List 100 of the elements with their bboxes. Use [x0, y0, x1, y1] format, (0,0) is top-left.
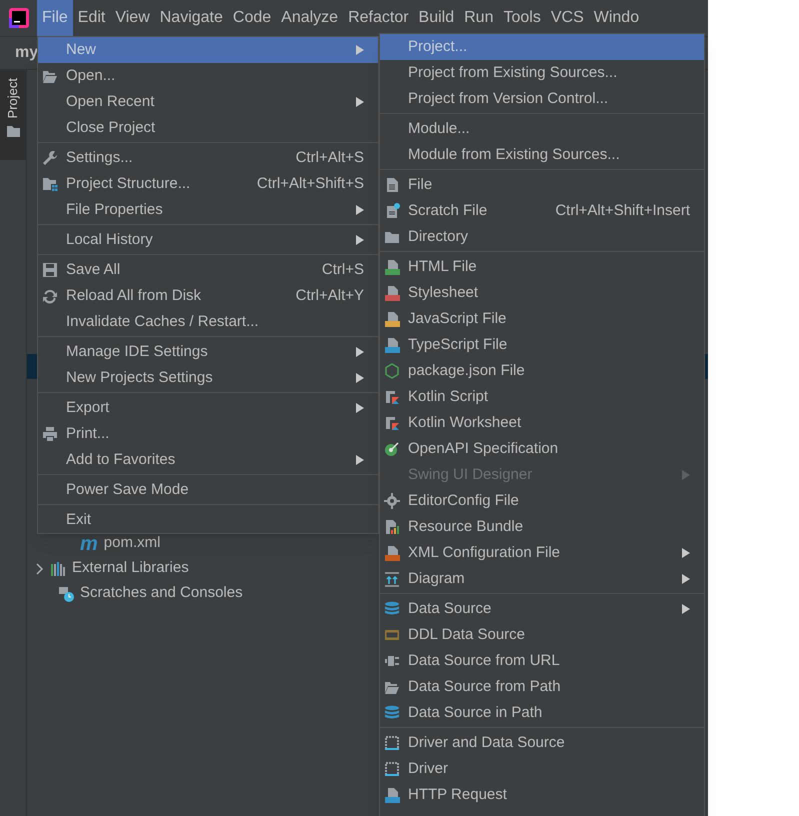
- menu-item[interactable]: Data Source: [380, 596, 704, 622]
- menu-item[interactable]: Directory: [380, 224, 704, 250]
- menu-item[interactable]: Driver: [380, 756, 704, 782]
- menu-bar-item[interactable]: View: [110, 0, 155, 36]
- menu-item[interactable]: Data Source from URL: [380, 648, 704, 674]
- menu-bar-item[interactable]: Windo: [588, 0, 644, 36]
- menu-item[interactable]: Diagram: [380, 566, 704, 592]
- plug-icon: [384, 653, 400, 669]
- submenu-arrow-icon: [356, 45, 364, 55]
- menu-item[interactable]: Data Source from Path: [380, 674, 704, 700]
- menu-item[interactable]: New Projects Settings: [38, 365, 378, 391]
- gear-icon: [384, 493, 400, 509]
- menu-item[interactable]: DDL Data Source: [380, 622, 704, 648]
- shortcut-text: Ctrl+Alt+S: [296, 148, 364, 168]
- submenu-arrow-icon: [356, 373, 364, 383]
- tree-item[interactable]: External Libraries: [27, 556, 189, 581]
- menu-item[interactable]: Project from Version Control...: [380, 86, 704, 112]
- menu-item[interactable]: Open...: [38, 63, 378, 89]
- menu-item[interactable]: XML Configuration File: [380, 540, 704, 566]
- menu-item[interactable]: Settings... Ctrl+Alt+S: [38, 145, 378, 171]
- menu-bar-item[interactable]: Code: [228, 0, 276, 36]
- menu-item[interactable]: Module...: [380, 116, 704, 142]
- menu-item[interactable]: TypeScript File: [380, 332, 704, 358]
- menu-item[interactable]: HTML File: [380, 254, 704, 280]
- submenu-arrow-icon: [682, 548, 690, 558]
- menu-item[interactable]: Reload All from Disk Ctrl+Alt+Y: [38, 283, 378, 309]
- kotlin-file-icon: [384, 415, 400, 431]
- ddl-icon: [384, 627, 400, 643]
- reload-icon: [42, 288, 58, 304]
- menu-item[interactable]: Open Recent: [38, 89, 378, 115]
- menu-item-label: Scratch File: [408, 200, 488, 221]
- menu-item[interactable]: OpenAPI Specification: [380, 436, 704, 462]
- menu-item[interactable]: Driver and Data Source: [380, 730, 704, 756]
- menu-item[interactable]: EditorConfig File: [380, 488, 704, 514]
- printer-icon: [42, 426, 58, 442]
- js-file-icon: [384, 311, 400, 327]
- submenu-arrow-icon: [682, 604, 690, 614]
- menu-item[interactable]: File: [380, 172, 704, 198]
- xml-file-icon: [384, 545, 400, 561]
- menu-item-label: Export: [66, 398, 110, 418]
- menu-item[interactable]: package.json File: [380, 358, 704, 384]
- api-file-icon: [384, 787, 400, 803]
- menu-bar-item[interactable]: File: [37, 0, 73, 36]
- submenu-arrow-icon: [356, 205, 364, 215]
- menu-item[interactable]: Resource Bundle: [380, 514, 704, 540]
- menu-bar-item[interactable]: Navigate: [154, 0, 228, 36]
- menu-item[interactable]: Kotlin Worksheet: [380, 410, 704, 436]
- menu-bar-item[interactable]: Edit: [72, 0, 110, 36]
- menu-item[interactable]: Add to Favorites: [38, 447, 378, 473]
- shortcut-text: Ctrl+Alt+Shift+Insert: [555, 200, 690, 221]
- menu-item-label: Settings...: [66, 148, 133, 168]
- menu-bar-item[interactable]: Analyze: [276, 0, 344, 36]
- menu-item[interactable]: JavaScript File: [380, 306, 704, 332]
- menu-item-label: Open Recent: [66, 92, 154, 112]
- folder-open-icon: [42, 68, 58, 84]
- menu-item[interactable]: Print...: [38, 421, 378, 447]
- menu-item[interactable]: Stylesheet: [380, 280, 704, 306]
- menu-item[interactable]: Project...: [380, 34, 704, 60]
- menu-item[interactable]: Save All Ctrl+S: [38, 257, 378, 283]
- project-tool-tab[interactable]: Project: [0, 70, 26, 160]
- menu-item-label: Data Source from Path: [408, 676, 561, 697]
- menu-item[interactable]: New: [38, 37, 378, 63]
- menu-item[interactable]: Local History: [38, 227, 378, 253]
- menu-item[interactable]: Scratch File Ctrl+Alt+Shift+Insert: [380, 198, 704, 224]
- menu-item-label: Stylesheet: [408, 282, 478, 303]
- menu-item[interactable]: HTTP Request: [380, 782, 704, 808]
- menu-item-label: File: [408, 174, 432, 195]
- maven-icon: m: [80, 534, 98, 554]
- menu-item-label: DDL Data Source: [408, 624, 525, 645]
- menu-item[interactable]: Data Source in Path: [380, 700, 704, 726]
- menu-item[interactable]: Close Project: [38, 115, 378, 141]
- menu-bar-item[interactable]: VCS: [546, 0, 589, 36]
- menu-bar-item[interactable]: Build: [414, 0, 460, 36]
- menu-item[interactable]: Manage IDE Settings: [38, 339, 378, 365]
- database-icon: [384, 601, 400, 617]
- menu-item[interactable]: Invalidate Caches / Restart...: [38, 309, 378, 335]
- menu-item-label: Data Source from URL: [408, 650, 560, 671]
- submenu-arrow-icon: [356, 455, 364, 465]
- menu-item[interactable]: Exit: [38, 507, 378, 533]
- menu-item[interactable]: Kotlin Script: [380, 384, 704, 410]
- menu-item[interactable]: Power Save Mode: [38, 477, 378, 503]
- menu-item[interactable]: Project from Existing Sources...: [380, 60, 704, 86]
- menu-item[interactable]: Export: [38, 395, 378, 421]
- menu-bar-item[interactable]: Run: [459, 0, 498, 36]
- menu-item-label: Module from Existing Sources...: [408, 144, 620, 165]
- menu-item-label: Project from Existing Sources...: [408, 62, 618, 83]
- menu-item-label: Print...: [66, 424, 110, 444]
- menu-item[interactable]: File Properties: [38, 197, 378, 223]
- menu-bar-item[interactable]: Tools: [498, 0, 546, 36]
- menu-item-label: Project from Version Control...: [408, 88, 608, 109]
- tree-item[interactable]: Scratches and Consoles: [27, 581, 243, 606]
- menu-item-label: Project Structure...: [66, 174, 190, 194]
- menu-item-label: HTTP Request: [408, 784, 507, 805]
- menu-item[interactable]: Module from Existing Sources...: [380, 142, 704, 168]
- menu-item[interactable]: Project Structure... Ctrl+Alt+Shift+S: [38, 171, 378, 197]
- app-logo-icon: [8, 8, 28, 28]
- menu-item-label: Kotlin Script: [408, 386, 488, 407]
- menu-bar-item[interactable]: Refactor: [343, 0, 414, 36]
- menu-item-label: Save All: [66, 260, 120, 280]
- tree-item[interactable]: m pom.xml: [27, 531, 160, 556]
